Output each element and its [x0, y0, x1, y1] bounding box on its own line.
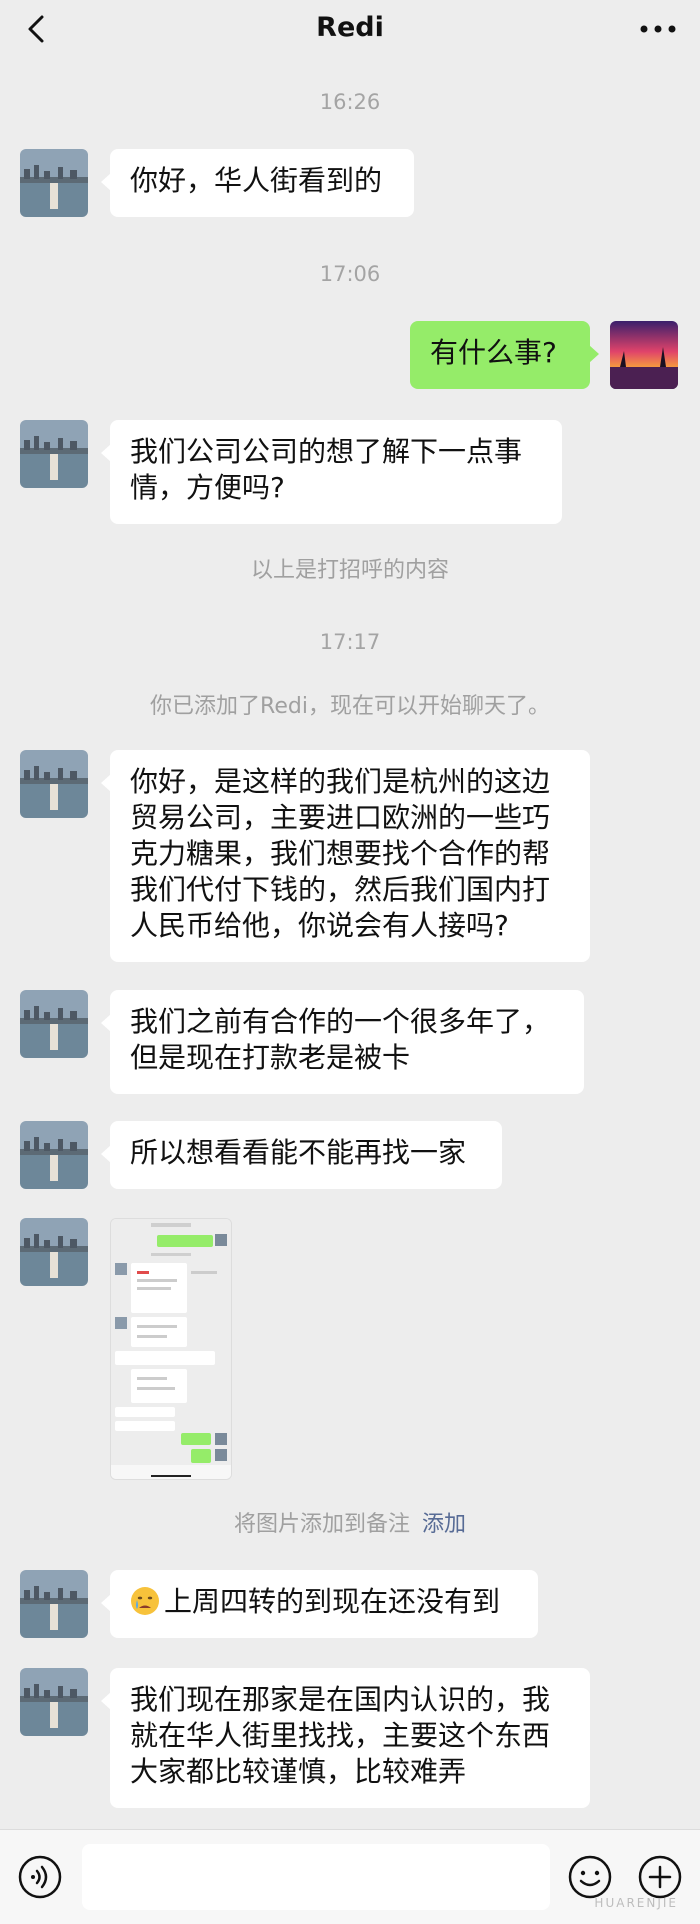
screenshot-thumbnail-graphic: [111, 1219, 231, 1479]
message-bubble[interactable]: 我们公司公司的想了解下一点事情，方便吗?: [101, 420, 562, 524]
message-bubble[interactable]: 上周四转的到现在还没有到: [101, 1570, 538, 1638]
watermark: HUARENJIE: [594, 1896, 678, 1910]
contact-avatar[interactable]: [20, 990, 88, 1058]
timestamp: 17:06: [319, 262, 381, 286]
message-text: 上周四转的到现在还没有到: [164, 1585, 501, 1618]
emoji-icon[interactable]: [568, 1855, 612, 1899]
image-note-text: 将图片添加到备注: [233, 1512, 410, 1537]
contact-avatar[interactable]: [20, 1668, 88, 1736]
add-image-note-link[interactable]: 添加: [422, 1512, 466, 1537]
contact-avatar[interactable]: [20, 1570, 88, 1638]
message-bubble[interactable]: 我们之前有合作的一个很多年了，但是现在打款老是被卡: [101, 990, 584, 1094]
contact-avatar[interactable]: [20, 420, 88, 488]
message-bubble[interactable]: 你好，华人街看到的: [101, 149, 414, 217]
message-bubble[interactable]: 你好，是这样的我们是杭州的这边贸易公司，主要进口欧洲的一些巧克力糖果，我们想要找…: [101, 750, 590, 962]
chat-title: Redi: [316, 12, 384, 43]
message-bubble[interactable]: 我们现在那家是在国内认识的，我就在华人街里找找，主要这个东西大家都比较谨慎，比较…: [101, 1668, 590, 1808]
input-bar: HUARENJIE: [0, 1829, 700, 1924]
timestamp: 17:17: [319, 630, 381, 654]
contact-avatar[interactable]: [20, 1121, 88, 1189]
plus-icon[interactable]: [638, 1855, 682, 1899]
system-note: 你已添加了Redi，现在可以开始聊天了。: [150, 694, 550, 719]
voice-icon[interactable]: [18, 1855, 62, 1899]
contact-avatar[interactable]: [20, 750, 88, 818]
crying-emoji-icon: [131, 1587, 159, 1615]
contact-avatar[interactable]: [20, 149, 88, 217]
more-icon[interactable]: [638, 14, 678, 44]
timestamp: 16:26: [319, 90, 381, 114]
message-bubble[interactable]: 所以想看看能不能再找一家: [101, 1121, 502, 1189]
image-message-thumbnail[interactable]: [110, 1218, 232, 1480]
message-bubble-sent[interactable]: 有什么事?: [410, 321, 599, 389]
contact-avatar[interactable]: [20, 1218, 88, 1286]
my-avatar[interactable]: [610, 321, 678, 389]
image-note: 将图片添加到备注 添加: [0, 1506, 700, 1538]
message-input[interactable]: [82, 1844, 550, 1910]
chat-header: Redi: [0, 0, 700, 58]
system-note: 以上是打招呼的内容: [250, 558, 449, 583]
